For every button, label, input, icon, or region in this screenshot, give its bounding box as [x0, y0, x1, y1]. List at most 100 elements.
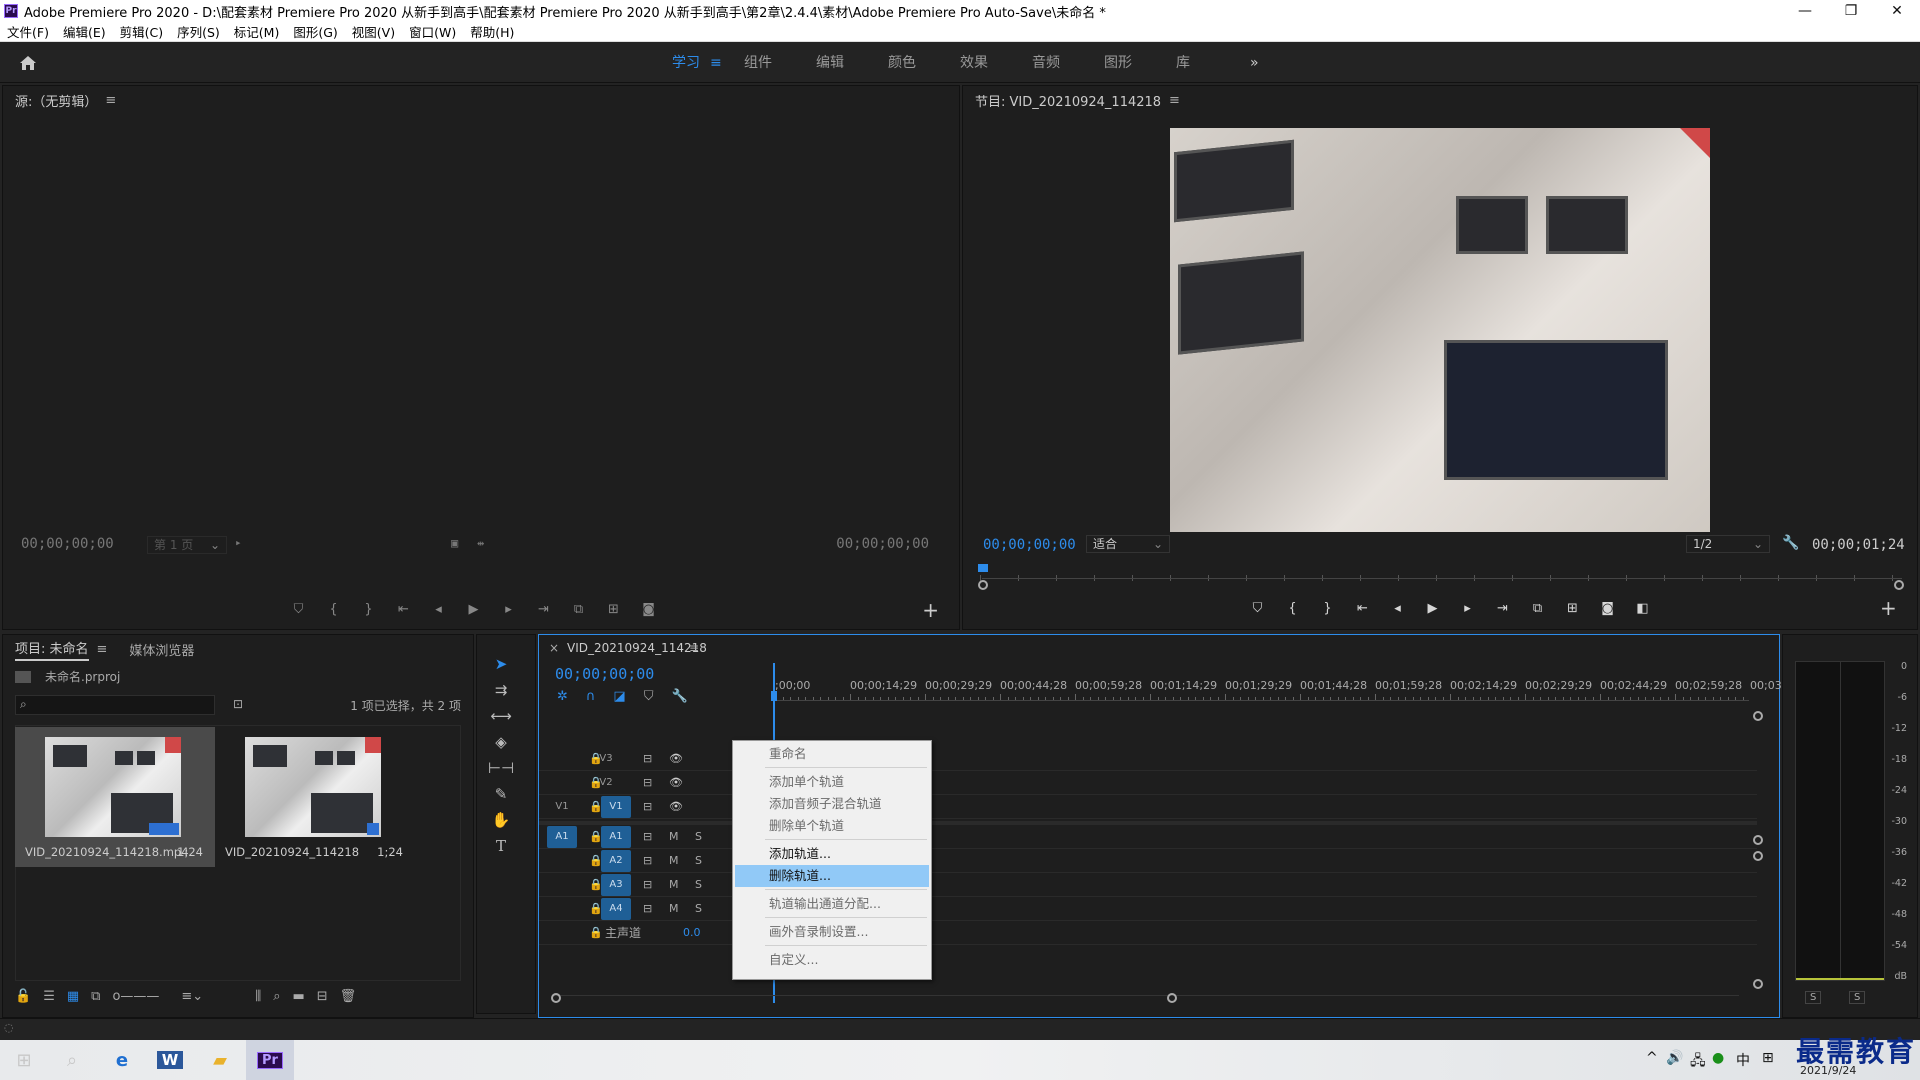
program-monitor-title[interactable]: 节目: VID_20210924_114218	[975, 91, 1161, 110]
menu-item-customize[interactable]: 自定义...	[735, 949, 929, 971]
slip-tool-icon[interactable]: ⊢⊣	[488, 757, 514, 779]
pen-tool-icon[interactable]: ✎	[489, 783, 513, 805]
timeline-settings-icon[interactable]: 🔧	[671, 689, 687, 704]
go-to-out-icon[interactable]: ⇥	[1485, 598, 1520, 618]
wrench-icon[interactable]: 🔧	[1782, 535, 1799, 551]
program-timecode[interactable]: 00;00;00;00	[983, 537, 1076, 553]
sync-lock-icon[interactable]: ⊟	[643, 902, 652, 915]
ripple-edit-tool-icon[interactable]: ⟷	[489, 705, 513, 727]
project-item[interactable]: VID_20210924_114218.mp4 1;24	[15, 727, 215, 867]
mark-in-icon[interactable]: {	[316, 599, 351, 619]
playhead-marker[interactable]	[978, 564, 988, 572]
track-v1[interactable]: V1 🔒 V1 ⊟ 👁	[539, 795, 1757, 819]
tab-project[interactable]: 项目: 未命名	[15, 638, 89, 661]
linked-selection-icon[interactable]: ◪	[613, 689, 625, 704]
add-marker-icon[interactable]: ⛉	[1240, 598, 1275, 618]
workspace-color[interactable]: 颜色	[888, 43, 916, 83]
solo-button[interactable]: S	[695, 878, 702, 891]
solo-button[interactable]: S	[695, 854, 702, 867]
workspace-assembly[interactable]: 组件	[744, 43, 772, 83]
menu-markers[interactable]: 标记(M)	[227, 22, 287, 41]
zoom-slider[interactable]: o———	[112, 989, 159, 1004]
sync-lock-icon[interactable]: ⊟	[643, 752, 652, 765]
type-tool-icon[interactable]: T	[489, 835, 513, 857]
workspace-overflow-icon[interactable]: »	[1250, 43, 1259, 83]
program-zoom-bar[interactable]	[982, 578, 1902, 588]
menu-graphics[interactable]: 图形(G)	[286, 22, 344, 41]
solo-button[interactable]: S	[695, 830, 702, 843]
sync-lock-icon[interactable]: ⊟	[643, 830, 652, 843]
add-button-icon[interactable]: +	[1880, 596, 1897, 620]
menu-item-delete-tracks[interactable]: 删除轨道...	[735, 865, 929, 887]
project-search-input[interactable]: ⌕	[15, 695, 215, 715]
fit-select[interactable]: 适合 ⌄	[1086, 535, 1170, 553]
eye-icon[interactable]: 👁	[669, 800, 683, 813]
track-select-tool-icon[interactable]: ⇉	[489, 679, 513, 701]
track-a3-label[interactable]: A3	[601, 873, 631, 896]
ime-mode[interactable]: 中	[1736, 1050, 1750, 1070]
word-app-icon[interactable]: W	[146, 1040, 194, 1080]
list-view-icon[interactable]: ☰	[43, 989, 55, 1004]
playhead-handle[interactable]	[771, 691, 777, 701]
workspace-effects[interactable]: 效果	[960, 43, 988, 83]
mark-in-icon[interactable]: {	[1275, 598, 1310, 618]
workspace-editing[interactable]: 编辑	[816, 43, 844, 83]
panel-menu-icon[interactable]: ≡	[105, 93, 116, 108]
play-icon[interactable]: ▶	[1415, 598, 1450, 618]
workspace-libraries[interactable]: 库	[1176, 43, 1190, 83]
solo-right-button[interactable]: S	[1849, 991, 1866, 1004]
overwrite-icon[interactable]: ⊞	[596, 599, 631, 619]
source-page-select[interactable]: 第 1 页 ⌄	[147, 536, 227, 554]
lock-icon[interactable]: 🔓	[15, 989, 31, 1004]
track-v3[interactable]: 🔒 V3 ⊟ 👁	[539, 747, 1757, 771]
ime-grid-icon[interactable]: ⊞	[1762, 1050, 1774, 1066]
mute-button[interactable]: M	[669, 878, 679, 891]
tab-media-browser[interactable]: 媒体浏览器	[129, 640, 194, 659]
vertical-scroll-handle[interactable]	[1753, 979, 1763, 989]
workspace-menu-icon[interactable]: ≡	[710, 43, 722, 83]
mute-button[interactable]: M	[669, 830, 679, 843]
track-master[interactable]: 🔒 主声道 0.0	[539, 921, 1757, 945]
nest-icon[interactable]: ✲	[557, 689, 568, 704]
windows-start-icon[interactable]: ⊞	[0, 1040, 48, 1080]
menu-edit[interactable]: 编辑(E)	[56, 22, 113, 41]
menu-item-add-submix-track[interactable]: 添加音频子混合轨道	[735, 793, 929, 815]
track-v3-label[interactable]: V3	[591, 748, 621, 770]
resolution-select[interactable]: 1/2 ⌄	[1686, 535, 1770, 553]
menu-sequence[interactable]: 序列(S)	[170, 22, 227, 41]
find-icon[interactable]: ⌕	[273, 989, 280, 1004]
extract-icon[interactable]: ⊞	[1555, 598, 1590, 618]
lock-icon[interactable]: 🔒	[589, 926, 603, 939]
workspace-graphics[interactable]: 图形	[1104, 43, 1132, 83]
solo-left-button[interactable]: S	[1805, 991, 1822, 1004]
lift-icon[interactable]: ⧉	[1520, 598, 1555, 618]
menu-item-add-single-track[interactable]: 添加单个轨道	[735, 771, 929, 793]
project-item[interactable]: VID_20210924_114218 1;24	[215, 727, 415, 867]
mark-out-icon[interactable]: }	[1310, 598, 1345, 618]
horizontal-scroll-handle[interactable]	[1167, 993, 1177, 1003]
menu-item-add-tracks[interactable]: 添加轨道...	[735, 843, 929, 865]
track-a1[interactable]: A1 🔒 A1 ⊟ M S	[539, 825, 1757, 849]
network-icon[interactable]: 🖧	[1690, 1050, 1706, 1074]
minimize-button[interactable]: —	[1782, 0, 1828, 22]
insert-icon[interactable]: ⧉	[561, 599, 596, 619]
step-forward-icon[interactable]: ▸	[491, 599, 526, 619]
track-a3[interactable]: 🔒 A3 ⊟ M S	[539, 873, 1757, 897]
workspace-audio[interactable]: 音频	[1032, 43, 1060, 83]
mute-button[interactable]: M	[669, 854, 679, 867]
tray-chevron-icon[interactable]: ^	[1646, 1050, 1658, 1066]
go-to-in-icon[interactable]: ⇤	[386, 599, 421, 619]
sync-lock-icon[interactable]: ⊟	[643, 776, 652, 789]
play-icon[interactable]: ▶	[456, 599, 491, 619]
premiere-taskbar-icon[interactable]: Pr	[246, 1040, 294, 1080]
menu-clip[interactable]: 剪辑(C)	[113, 22, 170, 41]
selection-tool-icon[interactable]: ➤	[489, 653, 513, 675]
freeform-view-icon[interactable]: ⧉	[91, 989, 100, 1004]
timeline-ruler[interactable]: ;00;00 00;00;14;29 00;00;29;29 00;00;44;28 0…	[775, 675, 1785, 697]
export-frame-icon[interactable]: ◙	[1590, 598, 1625, 618]
compare-icon[interactable]: ◧	[1625, 598, 1660, 618]
horizontal-scrollbar[interactable]	[553, 995, 1739, 1005]
menu-item-track-output-mapping[interactable]: 轨道输出通道分配...	[735, 893, 929, 915]
master-volume-value[interactable]: 0.0	[683, 926, 701, 939]
new-bin-icon[interactable]: ▬	[292, 989, 304, 1004]
